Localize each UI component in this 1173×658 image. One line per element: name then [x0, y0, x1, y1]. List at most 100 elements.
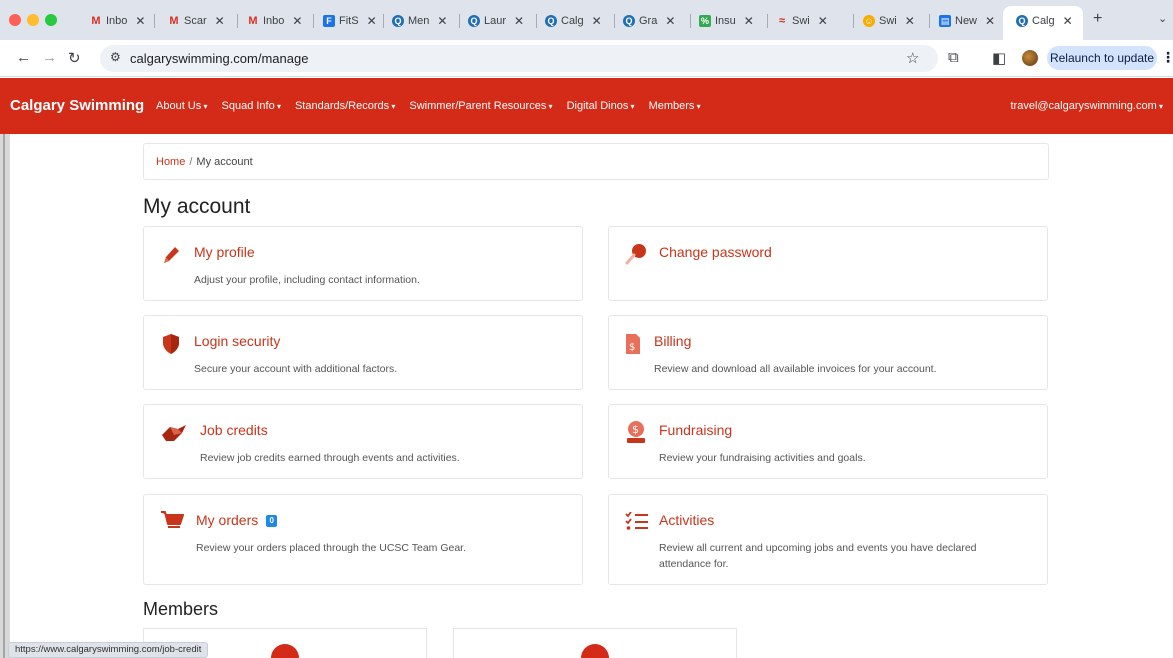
gmail-icon: M	[248, 15, 258, 27]
gmail-icon: M	[169, 15, 179, 27]
site-brand[interactable]: Calgary Swimming	[10, 97, 144, 114]
tab-close-icon[interactable]: ✕	[665, 14, 675, 28]
breadcrumb-home-link[interactable]: Home	[156, 156, 185, 168]
card-description: Review all current and upcoming jobs and…	[659, 542, 977, 570]
bookmark-star-icon[interactable]: ☆	[906, 49, 919, 67]
card-description: Review and download all available invoic…	[654, 363, 937, 375]
card-billing[interactable]: $ Billing Review and download all availa…	[608, 315, 1048, 390]
new-tab-icon[interactable]: +	[1093, 10, 1102, 28]
card-login-security[interactable]: Login security Secure your account with …	[143, 315, 583, 390]
swim-icon: ≈	[778, 15, 786, 27]
browser-tab-active[interactable]: Q Calg ✕	[1016, 9, 1073, 33]
browser-tab-strip: M Inbo ✕ M Scar ✕ M Inbo ✕ F FitS ✕ Q Men ✕ Q…	[0, 0, 1173, 40]
card-description: Review job credits earned through events…	[200, 452, 460, 464]
checklist-icon	[625, 511, 649, 535]
card-title[interactable]: Login security	[194, 333, 280, 349]
tab-close-icon[interactable]: ✕	[514, 14, 524, 28]
window-zoom-button[interactable]	[45, 14, 57, 26]
tab-close-icon[interactable]: ✕	[905, 14, 915, 28]
relaunch-button[interactable]: Relaunch to update	[1047, 46, 1157, 70]
forward-icon[interactable]: →	[42, 49, 57, 66]
gmail-icon: M	[91, 15, 101, 27]
browser-tab[interactable]: Q Laur ✕	[468, 9, 524, 33]
menu-members[interactable]: Members	[649, 100, 701, 112]
side-panel-icon[interactable]: ◧	[992, 49, 1006, 67]
card-fundraising[interactable]: $ Fundraising Review your fundraising ac…	[608, 404, 1048, 479]
window-minimize-button[interactable]	[27, 14, 39, 26]
site-q-icon: Q	[545, 15, 557, 27]
orders-count-badge: 0	[266, 515, 278, 528]
card-title[interactable]: Job credits	[200, 422, 268, 438]
tab-close-icon[interactable]: ✕	[744, 14, 754, 28]
profile-avatar[interactable]	[1022, 50, 1038, 66]
tab-close-icon[interactable]: ✕	[1063, 14, 1073, 28]
tab-close-icon[interactable]: ✕	[437, 14, 447, 28]
browser-tab[interactable]: M Inbo ✕	[247, 9, 302, 33]
browser-tab[interactable]: F FitS ✕	[323, 9, 377, 33]
tab-close-icon[interactable]: ✕	[985, 14, 995, 28]
members-section-title: Members	[143, 599, 219, 619]
menu-kebab-icon[interactable]: ⋮	[1161, 49, 1173, 66]
tab-close-icon[interactable]: ✕	[215, 14, 225, 28]
pencil-icon	[162, 245, 180, 270]
site-navbar: Calgary Swimming About Us Squad Info Sta…	[0, 78, 1173, 134]
browser-tab[interactable]: M Inbo ✕	[90, 9, 145, 33]
card-description: Secure your account with additional fact…	[194, 363, 398, 375]
browser-tab[interactable]: Q Calg ✕	[545, 9, 602, 33]
status-bar-url: https://www.calgaryswimming.com/job-cred…	[8, 642, 209, 658]
menu-digital-dinos[interactable]: Digital Dinos	[567, 100, 635, 112]
browser-tab[interactable]: M Scar ✕	[168, 9, 225, 33]
menu-standards-records[interactable]: Standards/Records	[295, 100, 395, 112]
chevron-down-icon[interactable]: ⌄	[1158, 12, 1167, 25]
card-title[interactable]: Fundraising	[659, 422, 732, 438]
tab-close-icon[interactable]: ✕	[367, 14, 377, 28]
user-account-menu[interactable]: travel@calgaryswimming.com	[1010, 100, 1163, 112]
tab-close-icon[interactable]: ✕	[592, 14, 602, 28]
tab-close-icon[interactable]: ✕	[135, 14, 145, 28]
left-edge-bar	[0, 134, 10, 658]
browser-tab[interactable]: % Insu ✕	[699, 9, 754, 33]
svg-text:$: $	[632, 423, 639, 436]
card-title[interactable]: Billing	[654, 333, 691, 349]
site-q-icon: Q	[468, 15, 480, 27]
tab-close-icon[interactable]: ✕	[292, 14, 302, 28]
site-q-icon: Q	[392, 15, 404, 27]
browser-tab[interactable]: ▤ New ✕	[939, 9, 995, 33]
card-activities[interactable]: Activities Review all current and upcomi…	[608, 494, 1048, 585]
extensions-icon[interactable]: ⧉	[948, 49, 959, 66]
menu-squad-info[interactable]: Squad Info	[222, 100, 281, 112]
tab-close-icon[interactable]: ✕	[818, 14, 828, 28]
window-close-button[interactable]	[9, 14, 21, 26]
browser-tab[interactable]: ☺ Swi ✕	[863, 9, 915, 33]
handshake-icon	[160, 421, 188, 448]
address-bar[interactable]: ⚙ calgaryswimming.com/manage	[100, 45, 938, 72]
card-my-profile[interactable]: My profile Adjust your profile, includin…	[143, 226, 583, 301]
card-title[interactable]: My orders 0	[196, 512, 278, 528]
card-my-orders[interactable]: My orders 0 Review your orders placed thr…	[143, 494, 583, 585]
menu-swimmer-parent-resources[interactable]: Swimmer/Parent Resources	[409, 100, 552, 112]
reload-icon[interactable]: ↻	[68, 49, 81, 67]
card-title-text[interactable]: My orders	[196, 512, 258, 528]
donation-icon: $	[625, 420, 647, 449]
browser-tab[interactable]: ≈ Swi ✕	[776, 9, 828, 33]
card-job-credits[interactable]: Job credits Review job credits earned th…	[143, 404, 583, 479]
page-title: My account	[143, 195, 251, 218]
browser-toolbar: ← → ↻ ⚙ calgaryswimming.com/manage ☆ ⧉ ◧	[0, 40, 1173, 77]
url-text[interactable]: calgaryswimming.com/manage	[130, 51, 308, 66]
card-title[interactable]: Change password	[659, 244, 772, 260]
insurance-icon: %	[699, 15, 711, 27]
main-menu: About Us Squad Info Standards/Records Sw…	[156, 100, 701, 112]
back-icon[interactable]: ←	[16, 49, 31, 66]
browser-tab[interactable]: Q Gra ✕	[623, 9, 675, 33]
card-title[interactable]: My profile	[194, 244, 255, 260]
invoice-icon: $	[625, 333, 641, 360]
printer-icon: ▤	[939, 15, 951, 27]
site-settings-icon[interactable]: ⚙	[110, 50, 121, 64]
card-change-password[interactable]: Change password	[608, 226, 1048, 301]
breadcrumb-separator: /	[189, 156, 193, 168]
card-title[interactable]: Activities	[659, 512, 714, 528]
cart-icon	[160, 510, 184, 537]
menu-about-us[interactable]: About Us	[156, 100, 208, 112]
browser-tab[interactable]: Q Men ✕	[392, 9, 447, 33]
scrollbar-thumb[interactable]	[3, 134, 5, 658]
